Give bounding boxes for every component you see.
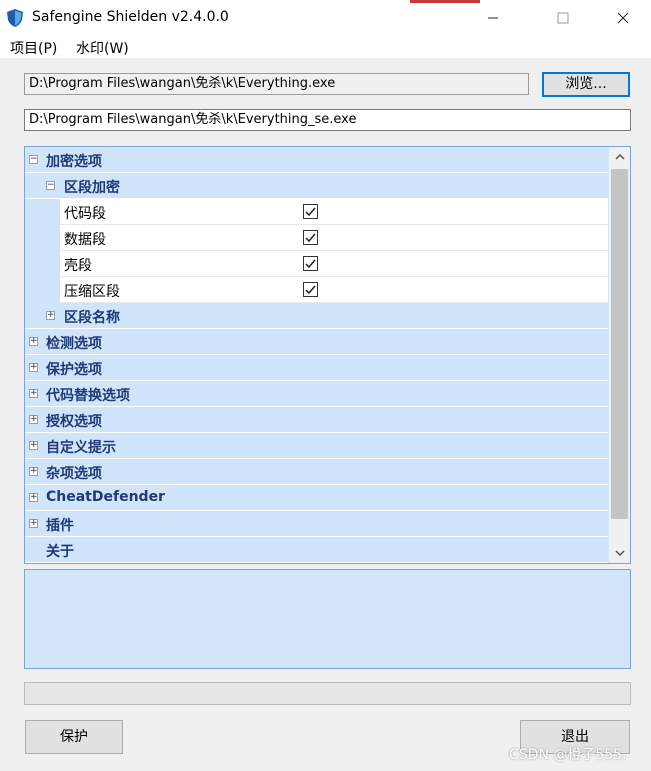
watermark-text: CSDN @橙子555. xyxy=(509,747,627,763)
checkbox[interactable] xyxy=(303,204,318,219)
tree-leaf-label: 代码段 xyxy=(64,206,106,222)
tree-node-custom-prompt[interactable]: + 自定义提示 xyxy=(25,433,608,459)
expand-icon[interactable]: + xyxy=(29,467,38,476)
tree-indent xyxy=(25,277,60,303)
source-path-field[interactable]: D:\Program Files\wangan\免杀\k\Everything.… xyxy=(24,73,529,95)
maximize-button[interactable] xyxy=(540,0,585,36)
minimize-button[interactable] xyxy=(470,0,515,36)
checkbox[interactable] xyxy=(303,256,318,271)
tree-node-label: 杂项选项 xyxy=(46,466,102,482)
menu-project[interactable]: 项目(P) xyxy=(10,38,57,58)
collapse-icon[interactable]: − xyxy=(29,155,38,164)
protect-button[interactable]: 保护 xyxy=(25,720,123,754)
tree-indent xyxy=(25,199,60,225)
maximize-icon xyxy=(557,12,568,24)
tree-leaf-shell-section[interactable]: 壳段 xyxy=(25,251,608,277)
scroll-down-arrow[interactable] xyxy=(609,543,630,563)
collapse-icon[interactable]: − xyxy=(46,181,55,190)
tree-node-section-encrypt[interactable]: − 区段加密 xyxy=(25,173,608,199)
menu-watermark[interactable]: 水印(W) xyxy=(76,38,129,58)
checkbox[interactable] xyxy=(303,230,318,245)
description-panel xyxy=(24,569,631,669)
expand-icon[interactable]: + xyxy=(29,415,38,424)
tree-leaf-label: 数据段 xyxy=(64,232,106,248)
vertical-scrollbar[interactable] xyxy=(609,147,630,563)
chevron-up-icon xyxy=(614,154,625,160)
tree-leaf-compress-section[interactable]: 压缩区段 xyxy=(25,277,608,303)
tree-node-label: 关于 xyxy=(46,544,74,560)
checkbox[interactable] xyxy=(303,282,318,297)
output-path-field[interactable]: D:\Program Files\wangan\免杀\k\Everything_… xyxy=(24,109,631,131)
chevron-down-icon xyxy=(614,550,625,556)
shield-icon xyxy=(7,9,23,27)
close-button[interactable] xyxy=(600,0,645,36)
close-icon xyxy=(617,12,628,24)
tree-indent xyxy=(25,251,60,277)
check-icon xyxy=(305,233,316,243)
tree-node-cheatdefender[interactable]: + CheatDefender xyxy=(25,485,608,511)
expand-icon[interactable]: + xyxy=(29,389,38,398)
window-title: Safengine Shielden v2.4.0.0 xyxy=(32,9,229,25)
expand-icon[interactable]: + xyxy=(29,493,38,502)
tree-leaf-data-section[interactable]: 数据段 xyxy=(25,225,608,251)
options-tree: − 加密选项 − 区段加密 代码段 数据段 壳段 压缩区段 + 区段名称 + 检… xyxy=(24,146,631,564)
tree-node-misc-options[interactable]: + 杂项选项 xyxy=(25,459,608,485)
tree-node-protect-options[interactable]: + 保护选项 xyxy=(25,355,608,381)
tree-node-label: 代码替换选项 xyxy=(46,388,130,404)
check-icon xyxy=(305,285,316,295)
tree-leaf-label: 压缩区段 xyxy=(64,284,120,300)
tree-node-section-names[interactable]: + 区段名称 xyxy=(25,303,608,329)
menu-bar: 项目(P) 水印(W) xyxy=(0,36,651,58)
tree-node-label: 区段加密 xyxy=(64,180,120,196)
browse-button[interactable]: 浏览... xyxy=(542,72,630,97)
scroll-up-arrow[interactable] xyxy=(609,147,630,167)
tree-node-label: 授权选项 xyxy=(46,414,102,430)
expand-icon[interactable]: + xyxy=(29,337,38,346)
tree-leaf-label: 壳段 xyxy=(64,258,92,274)
check-icon xyxy=(305,259,316,269)
expand-icon[interactable]: + xyxy=(29,519,38,528)
scrollbar-thumb[interactable] xyxy=(611,169,628,519)
tree-node-label: CheatDefender xyxy=(46,489,165,505)
tree-node-label: 自定义提示 xyxy=(46,440,116,456)
expand-icon[interactable]: + xyxy=(46,311,55,320)
tree-indent xyxy=(25,225,60,251)
tree-node-encrypt-options[interactable]: − 加密选项 xyxy=(25,147,608,173)
tree-node-label: 区段名称 xyxy=(64,310,120,326)
tree-node-plugins[interactable]: + 插件 xyxy=(25,511,608,537)
tree-node-label: 检测选项 xyxy=(46,336,102,352)
tree-node-detect-options[interactable]: + 检测选项 xyxy=(25,329,608,355)
minimize-icon xyxy=(487,17,498,19)
expand-icon[interactable]: + xyxy=(29,441,38,450)
tree-node-code-replace-options[interactable]: + 代码替换选项 xyxy=(25,381,608,407)
title-bar: Safengine Shielden v2.4.0.0 xyxy=(0,0,651,36)
tree-leaf-code-section[interactable]: 代码段 xyxy=(25,199,608,225)
tree-node-label: 加密选项 xyxy=(46,154,102,170)
progress-bar xyxy=(24,682,631,705)
tree-node-label: 插件 xyxy=(46,518,74,534)
tree-node-license-options[interactable]: + 授权选项 xyxy=(25,407,608,433)
tree-node-label: 保护选项 xyxy=(46,362,102,378)
expand-icon[interactable]: + xyxy=(29,363,38,372)
tree-node-about[interactable]: 关于 xyxy=(25,537,608,563)
check-icon xyxy=(305,207,316,217)
